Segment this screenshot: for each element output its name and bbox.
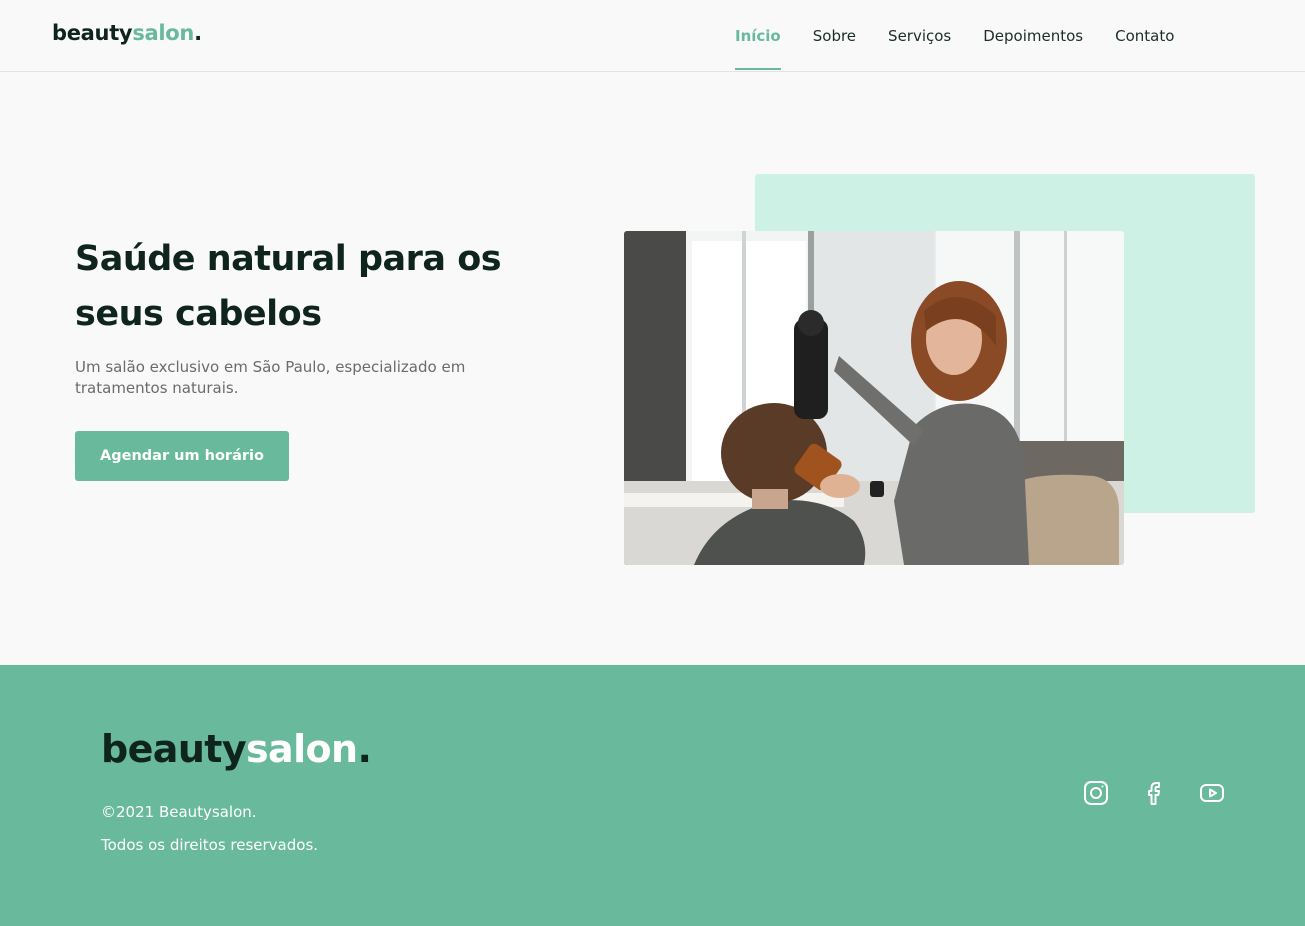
- main-nav: Início Sobre Serviços Depoimentos Contat…: [735, 0, 1174, 72]
- site-logo[interactable]: beautysalon.: [52, 21, 202, 45]
- site-header: beautysalon. Início Sobre Serviços Depoi…: [0, 0, 1305, 72]
- logo-part-salon: salon: [132, 21, 195, 45]
- nav-item-depoimentos[interactable]: Depoimentos: [983, 0, 1083, 72]
- facebook-icon[interactable]: [1141, 780, 1167, 806]
- salon-hairdresser-photo: [624, 231, 1124, 565]
- nav-item-inicio[interactable]: Início: [735, 0, 781, 72]
- footer-logo-part-beauty: beauty: [101, 727, 247, 771]
- footer-logo-part-salon: salon: [246, 727, 358, 771]
- schedule-button[interactable]: Agendar um horário: [75, 431, 289, 481]
- site-footer: beautysalon. ©2021 Beautysalon. Todos os…: [0, 665, 1305, 926]
- footer-copyright: ©2021 Beautysalon.: [101, 803, 257, 821]
- nav-item-sobre[interactable]: Sobre: [813, 0, 856, 72]
- nav-item-servicos[interactable]: Serviços: [888, 0, 951, 72]
- youtube-icon[interactable]: [1199, 780, 1225, 806]
- hero-description: Um salão exclusivo em São Paulo, especia…: [75, 358, 466, 397]
- instagram-icon[interactable]: [1083, 780, 1109, 806]
- hero-title: Saúde natural para os seus cabelos: [75, 239, 502, 334]
- logo-dot: .: [194, 21, 202, 45]
- social-links: [1083, 780, 1225, 806]
- footer-logo-dot: .: [357, 727, 372, 771]
- footer-rights: Todos os direitos reservados.: [101, 836, 319, 854]
- nav-item-contato[interactable]: Contato: [1115, 0, 1174, 72]
- footer-logo[interactable]: beautysalon.: [101, 727, 372, 771]
- logo-part-beauty: beauty: [52, 21, 133, 45]
